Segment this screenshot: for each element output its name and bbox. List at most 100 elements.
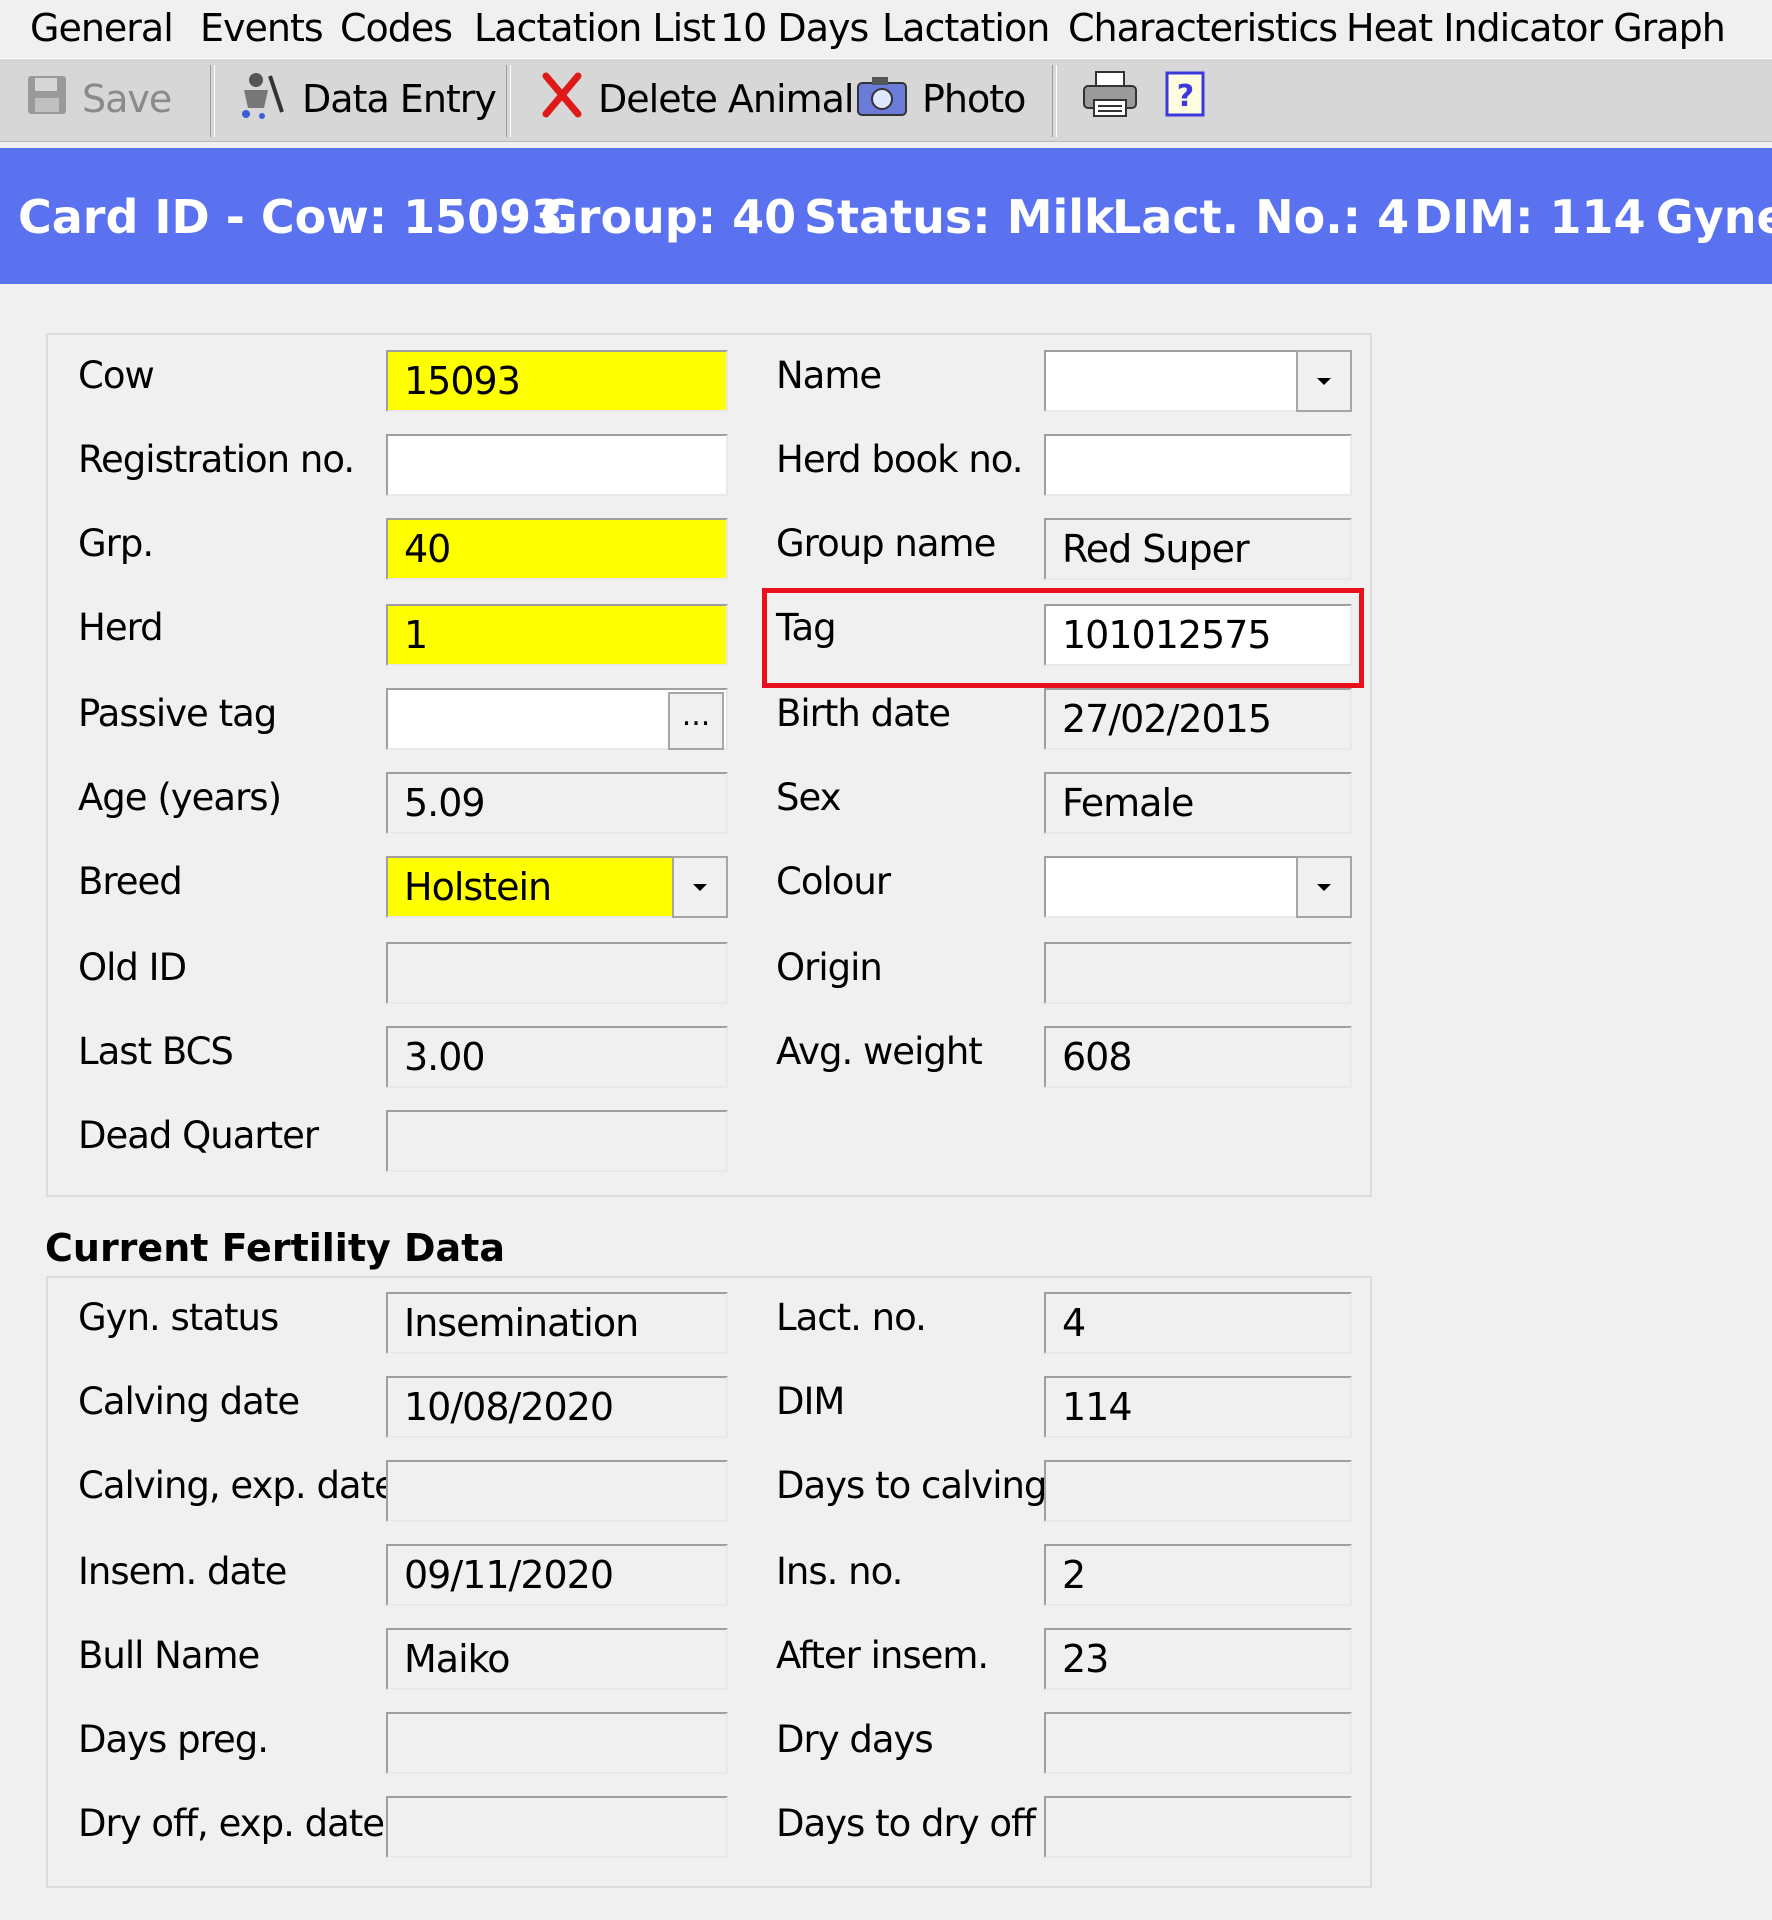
insem-date-field: 09/11/2020 (386, 1544, 728, 1606)
delete-animal-button[interactable]: Delete Animal (540, 71, 854, 127)
grp-field[interactable]: 40 (386, 518, 728, 580)
registration-no-field[interactable] (386, 434, 728, 496)
days-to-calving-field (1044, 1460, 1352, 1522)
toolbar-separator (210, 65, 215, 137)
dry-days-field (1044, 1712, 1352, 1774)
age-field: 5.09 (386, 772, 728, 834)
registration-no-label: Registration no. (78, 438, 355, 481)
toolbar: Save Data Entry Delete Animal Photo ? (0, 58, 1772, 142)
tab-10-days[interactable]: 10 Days (720, 6, 869, 50)
ins-no-label: Ins. no. (776, 1550, 903, 1593)
data-entry-icon (234, 68, 288, 131)
days-preg-field (386, 1712, 728, 1774)
calving-date-label: Calving date (78, 1380, 300, 1423)
print-button[interactable] (1082, 70, 1152, 129)
days-to-dry-off-label: Days to dry off (776, 1802, 1036, 1845)
colour-dropdown-button[interactable] (1296, 856, 1352, 918)
gyn-status-label: Gyn. status (78, 1296, 279, 1339)
bull-name-field: Maiko (386, 1628, 728, 1690)
lact-no-label: Lact. no. (776, 1296, 927, 1339)
after-insem-label: After insem. (776, 1634, 989, 1677)
header-group: Group: 40 (540, 190, 797, 244)
delete-x-icon (540, 72, 584, 127)
dim-label: DIM (776, 1380, 845, 1423)
tab-strip: General Events Codes Lactation List 10 D… (0, 0, 1772, 59)
photo-button[interactable]: Photo (856, 71, 1026, 127)
toolbar-separator (506, 65, 511, 137)
sex-label: Sex (776, 776, 841, 819)
cow-label: Cow (78, 354, 155, 397)
grp-label: Grp. (78, 522, 154, 565)
help-button[interactable]: ? (1164, 71, 1222, 127)
age-label: Age (years) (78, 776, 282, 819)
header-card-id: Card ID - Cow: 15093 (18, 190, 564, 244)
dim-field: 114 (1044, 1376, 1352, 1438)
name-label: Name (776, 354, 882, 397)
gyn-status-field: Insemination (386, 1292, 728, 1354)
tab-heat-indicator-graph[interactable]: Heat Indicator Graph (1346, 6, 1726, 50)
cow-field[interactable]: 15093 (386, 350, 728, 412)
herd-label: Herd (78, 606, 164, 649)
avg-weight-label: Avg. weight (776, 1030, 983, 1073)
herd-book-no-field[interactable] (1044, 434, 1352, 496)
card-header: Card ID - Cow: 15093 Group: 40 Status: M… (0, 148, 1772, 284)
tab-lactation-list[interactable]: Lactation List (474, 6, 716, 50)
data-entry-label: Data Entry (302, 77, 497, 121)
ins-no-field: 2 (1044, 1544, 1352, 1606)
dead-quarter-field[interactable] (386, 1110, 728, 1172)
birth-date-label: Birth date (776, 692, 951, 735)
tab-events[interactable]: Events (200, 6, 324, 50)
help-icon: ? (1164, 70, 1208, 129)
old-id-label: Old ID (78, 946, 187, 989)
origin-label: Origin (776, 946, 883, 989)
data-entry-button[interactable]: Data Entry (234, 71, 497, 127)
tag-highlight-box (762, 588, 1364, 688)
after-insem-field: 23 (1044, 1628, 1352, 1690)
dry-off-exp-date-field (386, 1796, 728, 1858)
last-bcs-label: Last BCS (78, 1030, 234, 1073)
chevron-down-icon (1317, 883, 1331, 891)
group-name-label: Group name (776, 522, 996, 565)
tab-codes[interactable]: Codes (340, 6, 453, 50)
passive-tag-browse-button[interactable]: ... (668, 692, 724, 750)
header-gyn-status: Gyne (1656, 190, 1772, 244)
svg-text:?: ? (1177, 79, 1193, 114)
chevron-down-icon (693, 883, 707, 891)
birth-date-field: 27/02/2015 (1044, 688, 1352, 750)
calving-exp-date-label: Calving, exp. date (78, 1464, 397, 1507)
floppy-disk-icon (26, 74, 68, 125)
breed-label: Breed (78, 860, 183, 903)
tab-lactation[interactable]: Lactation (882, 6, 1050, 50)
herd-field[interactable]: 1 (386, 604, 728, 666)
name-dropdown-button[interactable] (1296, 350, 1352, 412)
group-name-field: Red Super (1044, 518, 1352, 580)
tab-general[interactable]: General (30, 6, 174, 50)
save-label: Save (82, 77, 172, 121)
breed-dropdown-button[interactable] (672, 856, 728, 918)
toolbar-separator (1052, 65, 1057, 137)
colour-label: Colour (776, 860, 891, 903)
sex-field: Female (1044, 772, 1352, 834)
tab-characteristics[interactable]: Characteristics (1068, 6, 1338, 50)
fertility-section-title: Current Fertility Data (45, 1226, 505, 1270)
last-bcs-field: 3.00 (386, 1026, 728, 1088)
header-dim: DIM: 114 (1414, 190, 1646, 244)
dry-days-label: Dry days (776, 1718, 934, 1761)
camera-icon (856, 73, 908, 126)
days-to-calving-label: Days to calving (776, 1464, 1047, 1507)
insem-date-label: Insem. date (78, 1550, 287, 1593)
photo-label: Photo (922, 77, 1026, 121)
chevron-down-icon (1317, 377, 1331, 385)
avg-weight-field: 608 (1044, 1026, 1352, 1088)
days-preg-label: Days preg. (78, 1718, 269, 1761)
delete-animal-label: Delete Animal (598, 77, 854, 121)
old-id-field[interactable] (386, 942, 728, 1004)
printer-icon (1082, 70, 1138, 129)
origin-field[interactable] (1044, 942, 1352, 1004)
calving-date-field: 10/08/2020 (386, 1376, 728, 1438)
save-button[interactable]: Save (26, 71, 172, 127)
dead-quarter-label: Dead Quarter (78, 1114, 319, 1157)
calving-exp-date-field (386, 1460, 728, 1522)
dry-off-exp-date-label: Dry off, exp. date (78, 1802, 385, 1845)
days-to-dry-off-field (1044, 1796, 1352, 1858)
